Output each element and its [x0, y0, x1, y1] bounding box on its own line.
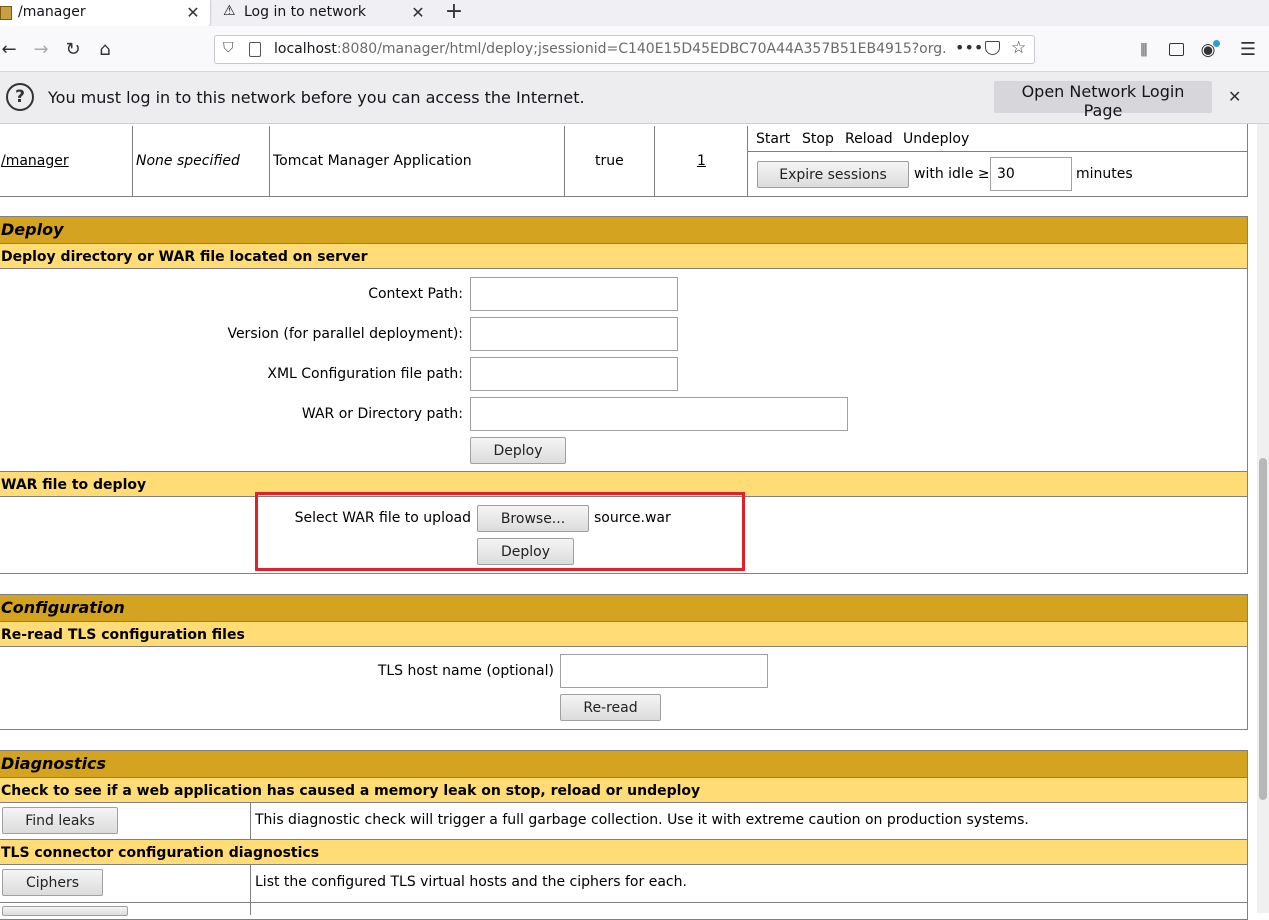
home-icon[interactable]: ⌂	[92, 37, 118, 63]
library-icon[interactable]: ⫼	[1131, 37, 1157, 63]
xml-config-input[interactable]	[470, 357, 678, 391]
reload-icon[interactable]: ↻	[60, 37, 86, 63]
war-path-input[interactable]	[470, 397, 848, 431]
context-path-input[interactable]	[470, 277, 678, 311]
tls-host-input[interactable]	[560, 654, 768, 688]
row-divider	[0, 902, 1248, 903]
diagnostics-title: Diagnostics	[0, 751, 1247, 777]
find-leaks-button[interactable]: Find leaks	[2, 807, 118, 834]
url-host: localhost	[274, 41, 337, 57]
tls-reread-header: Re-read TLS configuration files	[0, 621, 1247, 647]
xml-config-label: XML Configuration file path:	[267, 366, 463, 382]
page-scrollbar-thumb[interactable]	[1259, 458, 1267, 800]
reload-command[interactable]: Reload	[845, 131, 893, 147]
url-path: :8080/manager/html/deploy;jsessionid=C14…	[336, 41, 947, 57]
app-version: None specified	[136, 153, 240, 169]
tab-close-icon[interactable]: ✕	[184, 4, 202, 22]
forward-icon[interactable]: →	[28, 37, 54, 63]
page-info-icon[interactable]	[249, 42, 261, 57]
tab-manager[interactable]: /manager ✕	[0, 0, 210, 26]
bookmark-star-icon[interactable]: ☆	[1011, 38, 1026, 58]
tomcat-favicon-icon	[0, 6, 12, 20]
minutes-label: minutes	[1076, 166, 1133, 182]
context-path-label: Context Path:	[368, 286, 463, 302]
sidebar-icon[interactable]	[1163, 37, 1189, 63]
deploy-server-button[interactable]: Deploy	[470, 437, 566, 464]
stop-command[interactable]: Stop	[802, 131, 834, 147]
version-input[interactable]	[470, 317, 678, 351]
ciphers-button[interactable]: Ciphers	[2, 869, 103, 896]
close-notification-icon[interactable]: ✕	[1228, 87, 1241, 106]
idle-minutes-input[interactable]	[990, 157, 1072, 191]
tab-close-icon[interactable]: ✕	[409, 4, 427, 22]
app-running: true	[595, 153, 624, 169]
tls-diagnostics-header: TLS connector configuration diagnostics	[0, 839, 1247, 865]
expire-sessions-button[interactable]: Expire sessions	[757, 161, 909, 188]
reread-button[interactable]: Re-read	[560, 694, 661, 721]
configuration-title: Configuration	[0, 595, 1247, 621]
new-tab-button[interactable]: +	[444, 1, 464, 23]
memory-leak-header: Check to see if a web application has ca…	[0, 777, 1247, 803]
help-icon: ?	[6, 83, 34, 111]
undeploy-command[interactable]: Undeploy	[903, 131, 969, 147]
warning-icon: ⚠	[223, 3, 236, 19]
app-sessions-link[interactable]: 1	[697, 153, 706, 169]
tab-login[interactable]: ⚠ Log in to network ✕	[220, 0, 435, 26]
version-label: Version (for parallel deployment):	[227, 326, 463, 342]
open-login-page-button[interactable]: Open Network Login Page	[994, 81, 1212, 120]
url-bar[interactable]: ⛉ localhost:8080/manager/html/deploy;jse…	[214, 35, 1035, 64]
deploy-server-header: Deploy directory or WAR file located on …	[0, 243, 1247, 269]
app-display-name: Tomcat Manager Application	[273, 153, 472, 169]
next-diagnostic-button[interactable]	[2, 906, 128, 916]
app-path-link[interactable]: /manager	[1, 153, 69, 169]
menu-icon[interactable]: ☰	[1235, 37, 1261, 63]
url-text: localhost:8080/manager/html/deploy;jsess…	[274, 41, 964, 57]
tab-title: Log in to network	[244, 4, 367, 20]
tab-title: /manager	[18, 4, 86, 20]
with-idle-label: with idle ≥	[914, 166, 990, 182]
deploy-title: Deploy	[0, 217, 1247, 243]
tls-host-label: TLS host name (optional)	[377, 663, 554, 679]
highlight-box	[255, 492, 745, 571]
back-icon[interactable]: ←	[0, 37, 22, 63]
account-badge-icon	[1213, 40, 1220, 47]
ciphers-description: List the configured TLS virtual hosts an…	[255, 874, 687, 890]
war-path-label: WAR or Directory path:	[301, 406, 463, 422]
find-leaks-description: This diagnostic check will trigger a ful…	[255, 812, 1029, 828]
shield-icon[interactable]: ⛉	[223, 40, 234, 56]
pocket-icon[interactable]	[985, 41, 1000, 55]
notification-message: You must log in to this network before y…	[48, 88, 585, 107]
more-actions-icon[interactable]: •••	[955, 38, 983, 57]
start-command[interactable]: Start	[756, 131, 790, 147]
